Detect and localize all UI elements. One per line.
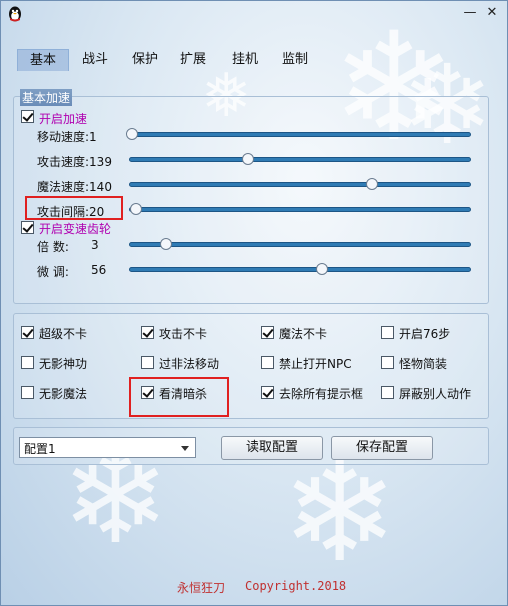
tab-extend[interactable]: 扩展	[171, 49, 215, 71]
option-checkbox[interactable]	[261, 356, 274, 369]
config-select[interactable]: 配置1	[19, 437, 196, 458]
close-button[interactable]: ✕	[483, 4, 501, 22]
option-label: 魔法不卡	[279, 327, 328, 341]
group-title: 基本加速	[20, 89, 73, 106]
multiplier-slider[interactable]	[129, 238, 471, 250]
multiplier-label: 倍 数:	[37, 240, 69, 254]
minimize-button[interactable]: —	[461, 4, 479, 22]
option-label: 无影魔法	[39, 387, 88, 401]
slider-thumb[interactable]	[126, 128, 138, 140]
option-label: 怪物简装	[399, 357, 448, 371]
slider-thumb[interactable]	[130, 203, 142, 215]
option-checkbox[interactable]	[21, 356, 34, 369]
option-checkbox[interactable]	[261, 386, 274, 399]
option-label: 禁止打开NPC	[279, 357, 352, 371]
option-checkbox[interactable]	[261, 326, 274, 339]
enable-accel-label: 开启加速	[39, 112, 88, 126]
read-config-button[interactable]: 读取配置	[221, 436, 323, 460]
footer-name: 永恒狂刀	[177, 581, 226, 595]
enable-accel-checkbox[interactable]	[21, 110, 34, 123]
option-checkbox[interactable]	[381, 326, 394, 339]
app-window: ❄ ❄ ❄ ❄ ❅ — ✕ 基本 战斗 保护 扩展 挂机 监制 基本加速 开启加…	[0, 0, 508, 606]
tab-combat[interactable]: 战斗	[73, 49, 117, 71]
fine-tune-label: 微 调:	[37, 265, 69, 279]
fine-tune-value: 56	[91, 263, 107, 277]
tab-afk[interactable]: 挂机	[223, 49, 267, 71]
enable-gear-checkbox[interactable]	[21, 221, 34, 234]
option-checkbox[interactable]	[381, 386, 394, 399]
magic-speed-label: 魔法速度:140	[37, 180, 112, 194]
attack-speed-label: 攻击速度:139	[37, 155, 112, 169]
tab-basic[interactable]: 基本	[17, 49, 69, 71]
option-label: 过非法移动	[159, 357, 220, 371]
option-checkbox[interactable]	[141, 356, 154, 369]
option-label: 超级不卡	[39, 327, 88, 341]
option-checkbox[interactable]	[21, 326, 34, 339]
option-checkbox[interactable]	[141, 386, 154, 399]
multiplier-value: 3	[91, 238, 99, 252]
tab-protect[interactable]: 保护	[123, 49, 167, 71]
option-label: 看清暗杀	[159, 387, 208, 401]
config-select-value: 配置1	[24, 442, 56, 456]
attack-interval-slider[interactable]	[129, 203, 471, 215]
option-label: 开启76步	[399, 327, 451, 341]
option-checkbox[interactable]	[381, 356, 394, 369]
tab-supervise[interactable]: 监制	[273, 49, 317, 71]
chevron-down-icon[interactable]	[181, 446, 189, 451]
move-speed-label: 移动速度:1	[37, 130, 97, 144]
option-checkbox[interactable]	[141, 326, 154, 339]
footer-copyright: Copyright.2018	[245, 579, 347, 593]
slider-thumb[interactable]	[316, 263, 328, 275]
move-speed-slider[interactable]	[126, 128, 471, 140]
attack-interval-label: 攻击间隔:20	[37, 205, 105, 219]
option-label: 无影神功	[39, 357, 88, 371]
slider-thumb[interactable]	[366, 178, 378, 190]
option-label: 去除所有提示框	[279, 387, 364, 401]
attack-speed-slider[interactable]	[129, 153, 471, 165]
enable-gear-label: 开启变速齿轮	[39, 222, 112, 236]
option-label: 攻击不卡	[159, 327, 208, 341]
title-bar[interactable]: — ✕	[1, 1, 507, 27]
save-config-button[interactable]: 保存配置	[331, 436, 433, 460]
slider-thumb[interactable]	[160, 238, 172, 250]
penguin-icon	[9, 6, 21, 22]
option-checkbox[interactable]	[21, 386, 34, 399]
slider-thumb[interactable]	[242, 153, 254, 165]
option-label: 屏蔽别人动作	[399, 387, 472, 401]
magic-speed-slider[interactable]	[129, 178, 471, 190]
fine-tune-slider[interactable]	[129, 263, 471, 275]
